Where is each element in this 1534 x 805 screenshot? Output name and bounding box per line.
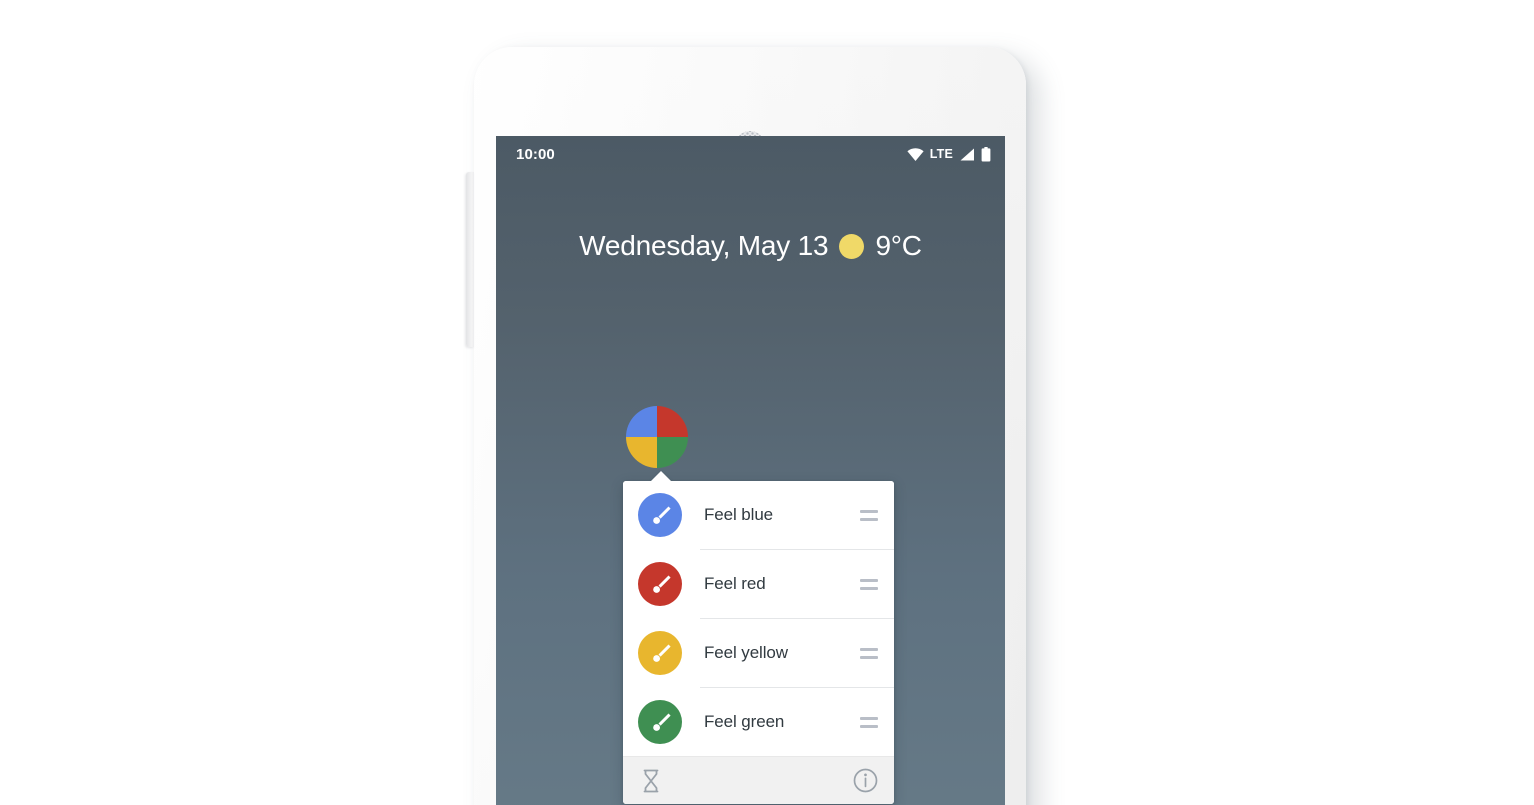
weather-temperature-label: 9°C (875, 230, 922, 261)
paintbrush-icon (653, 506, 671, 524)
menu-item-label: Feel blue (704, 505, 774, 524)
menu-item-label: Feel red (704, 574, 766, 593)
menu-item-feel-blue[interactable]: Feel blue (623, 481, 894, 549)
power-button-icon[interactable] (466, 172, 474, 347)
hourglass-icon[interactable] (641, 769, 661, 793)
status-clock: 10:00 (516, 145, 555, 163)
menu-item-feel-green[interactable]: Feel green (623, 688, 894, 756)
menu-item-label: Feel yellow (704, 643, 788, 662)
avatar (638, 631, 682, 675)
paintbrush-icon (653, 713, 671, 731)
popup-menu: Feel blue Feel red Feel yellow Feel gree… (623, 481, 894, 804)
paintbrush-icon (653, 644, 671, 662)
screenshot-canvas: 10:00 LTE Wednesday, May 13 9°C Feel blu… (0, 0, 1534, 805)
drag-handle-icon[interactable] (860, 578, 878, 590)
wifi-icon (907, 147, 924, 161)
feel-colors-app-icon[interactable] (626, 406, 688, 468)
menu-item-feel-red[interactable]: Feel red (623, 550, 894, 618)
menu-item-feel-yellow[interactable]: Feel yellow (623, 619, 894, 687)
popup-menu-container: Feel blue Feel red Feel yellow Feel gree… (623, 471, 894, 804)
avatar (638, 493, 682, 537)
avatar (638, 562, 682, 606)
weather-date-label: Wednesday, May 13 (579, 230, 829, 261)
weather-widget[interactable]: Wednesday, May 13 9°C (496, 230, 1005, 262)
drag-handle-icon[interactable] (860, 716, 878, 728)
cellular-signal-icon (959, 148, 975, 161)
drag-handle-icon[interactable] (860, 647, 878, 659)
sun-icon (839, 233, 865, 259)
paintbrush-icon (653, 575, 671, 593)
menu-item-label: Feel green (704, 712, 785, 731)
battery-icon (981, 146, 991, 162)
info-icon[interactable] (853, 768, 878, 793)
phone-device-frame: 10:00 LTE Wednesday, May 13 9°C Feel blu… (466, 47, 1026, 805)
status-bar-icons: LTE (907, 146, 991, 162)
popup-footer-bar (623, 756, 894, 804)
drag-handle-icon[interactable] (860, 509, 878, 521)
status-bar: 10:00 LTE (496, 136, 1005, 172)
phone-screen: 10:00 LTE Wednesday, May 13 9°C Feel blu… (496, 136, 1005, 805)
network-type-label: LTE (929, 147, 953, 161)
avatar (638, 700, 682, 744)
